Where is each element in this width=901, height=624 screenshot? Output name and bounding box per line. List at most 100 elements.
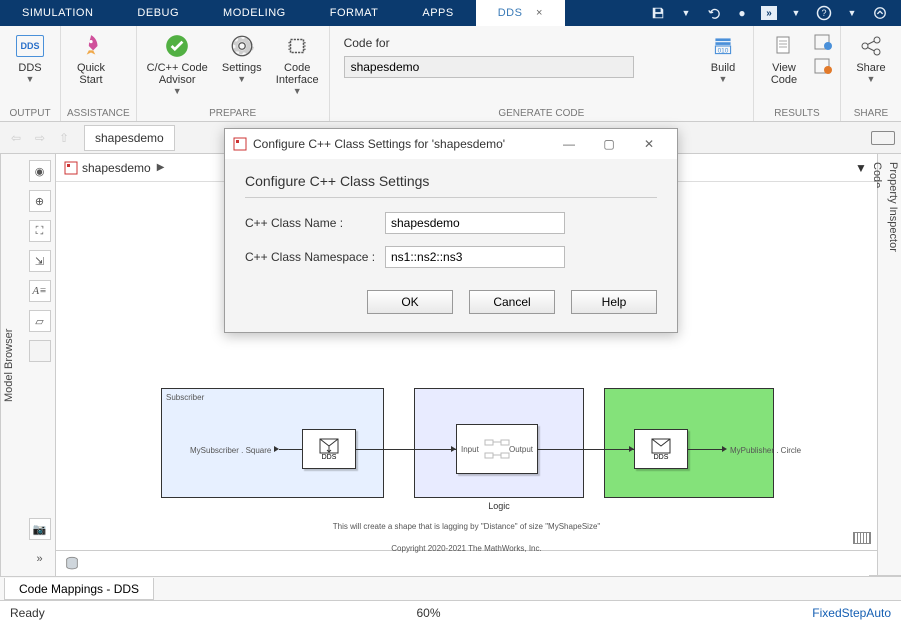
nav-back-icon[interactable]: ⇦ bbox=[6, 128, 26, 148]
status-solver[interactable]: FixedStepAuto bbox=[812, 606, 891, 620]
model-tab[interactable]: shapesdemo bbox=[84, 125, 175, 151]
chevron-down-icon: ▼ bbox=[867, 74, 876, 84]
group-share-label: SHARE bbox=[847, 108, 895, 121]
svg-text:010: 010 bbox=[718, 48, 729, 55]
signal-line bbox=[538, 449, 634, 450]
status-zoom[interactable]: 60% bbox=[45, 606, 813, 620]
close-icon[interactable]: ✕ bbox=[629, 131, 669, 157]
view-code-button[interactable]: View Code bbox=[760, 30, 808, 88]
property-inspector-panel[interactable]: Property Inspector bbox=[885, 154, 901, 576]
tab-simulation[interactable]: SIMULATION bbox=[0, 0, 115, 26]
ok-button[interactable]: OK bbox=[367, 290, 453, 314]
settings-button[interactable]: Settings ▼ bbox=[218, 30, 266, 86]
nav-forward-icon[interactable]: ⇨ bbox=[30, 128, 50, 148]
chevron-down-icon: ▼ bbox=[293, 86, 302, 96]
tab-debug[interactable]: DEBUG bbox=[115, 0, 201, 26]
minimize-ribbon-icon[interactable] bbox=[871, 4, 889, 22]
signal-line bbox=[688, 449, 722, 450]
dialog-icon bbox=[233, 137, 247, 151]
build-label: Build bbox=[711, 62, 735, 74]
quick-start-button[interactable]: Quick Start bbox=[67, 30, 115, 88]
publisher-region[interactable] bbox=[604, 388, 774, 498]
dds-button[interactable]: DDS DDS ▼ bbox=[6, 30, 54, 86]
tab-apps[interactable]: APPS bbox=[400, 0, 475, 26]
check-circle-icon bbox=[163, 32, 191, 60]
data-dictionary-icon[interactable] bbox=[63, 555, 81, 573]
namespace-input[interactable] bbox=[385, 246, 565, 268]
palette-annotation-icon[interactable]: A≡ bbox=[29, 280, 51, 302]
palette-expand-icon[interactable]: » bbox=[29, 548, 51, 570]
help-button[interactable]: Help bbox=[571, 290, 657, 314]
chevron-down-icon: ▼ bbox=[237, 74, 246, 84]
group-results-label: RESULTS bbox=[760, 108, 834, 121]
qat-dropdown-icon[interactable]: ▼ bbox=[677, 4, 695, 22]
subscriber-title: Subscriber bbox=[166, 393, 204, 402]
dot-icon[interactable]: ● bbox=[733, 4, 751, 22]
code-for-label: Code for bbox=[344, 36, 685, 50]
close-icon[interactable]: × bbox=[536, 7, 543, 19]
command-icon[interactable]: » bbox=[761, 6, 777, 20]
maximize-icon[interactable]: ▢ bbox=[589, 131, 629, 157]
bottom-tab-strip: Code Mappings - DDS bbox=[0, 576, 901, 600]
palette-select-icon[interactable]: ⇲ bbox=[29, 250, 51, 272]
results-extra-button-1[interactable] bbox=[814, 34, 834, 52]
build-button[interactable]: 010 Build ▼ bbox=[699, 30, 747, 108]
tab-dds-label: DDS bbox=[498, 7, 523, 19]
palette-image-icon[interactable]: ▱ bbox=[29, 310, 51, 332]
minimize-icon[interactable]: — bbox=[549, 131, 589, 157]
code-interface-label: Code Interface bbox=[276, 62, 319, 86]
classname-input[interactable] bbox=[385, 212, 565, 234]
configure-class-dialog: Configure C++ Class Settings for 'shapes… bbox=[224, 128, 678, 333]
cancel-button[interactable]: Cancel bbox=[469, 290, 555, 314]
share-button[interactable]: Share ▼ bbox=[847, 30, 895, 86]
nav-up-icon[interactable]: ⇧ bbox=[54, 128, 74, 148]
logic-block[interactable]: Input Output bbox=[456, 424, 538, 474]
logic-output-label: Output bbox=[509, 445, 533, 454]
group-assistance-label: ASSISTANCE bbox=[67, 108, 130, 121]
breadcrumb-model[interactable]: shapesdemo bbox=[82, 161, 151, 175]
view-code-label: View Code bbox=[771, 62, 797, 86]
right-panels: Property Inspector Code bbox=[877, 154, 901, 576]
results-extra-button-a[interactable] bbox=[814, 58, 834, 76]
model-browser-panel[interactable]: Model Browser bbox=[0, 154, 24, 576]
tab-modeling[interactable]: MODELING bbox=[201, 0, 308, 26]
subscriber-port-label: MySubscriber . Square bbox=[190, 446, 271, 455]
qat-dropdown2-icon[interactable]: ▼ bbox=[787, 4, 805, 22]
palette-area-icon[interactable] bbox=[29, 340, 51, 362]
dds-block-label: DDS bbox=[322, 454, 337, 461]
undo-icon[interactable] bbox=[705, 4, 723, 22]
envelope-out-icon bbox=[651, 438, 671, 454]
build-icon: 010 bbox=[709, 32, 737, 60]
tab-format[interactable]: FORMAT bbox=[308, 0, 401, 26]
status-ready: Ready bbox=[10, 606, 45, 620]
palette-fit-icon[interactable]: ⛶ bbox=[29, 220, 51, 242]
palette-camera-icon[interactable]: 📷 bbox=[29, 518, 51, 540]
help-icon[interactable]: ? bbox=[815, 4, 833, 22]
canvas-overview-icon[interactable] bbox=[853, 532, 871, 544]
dds-subscriber-block[interactable]: DDS bbox=[302, 429, 356, 469]
qat-dropdown3-icon[interactable]: ▼ bbox=[843, 4, 861, 22]
chevron-down-icon: ▼ bbox=[719, 74, 728, 84]
publisher-port-label: MyPublisher . Circle bbox=[730, 446, 801, 455]
ribbon: DDS DDS ▼ OUTPUT Quick Start ASSISTANCE … bbox=[0, 26, 901, 122]
breadcrumb-dropdown-icon[interactable]: ▼ bbox=[855, 161, 869, 175]
share-icon bbox=[857, 32, 885, 60]
code-for-input[interactable] bbox=[344, 56, 634, 78]
share-label: Share bbox=[856, 62, 885, 74]
ribbon-group-assistance: Quick Start ASSISTANCE bbox=[61, 26, 137, 121]
diagram-description: This will create a shape that is lagging… bbox=[56, 522, 877, 531]
keyboard-icon[interactable] bbox=[871, 131, 895, 145]
save-icon[interactable] bbox=[649, 4, 667, 22]
tab-dds[interactable]: DDS × bbox=[476, 0, 565, 26]
dds-label: DDS bbox=[18, 62, 41, 74]
outport-arrow bbox=[722, 446, 727, 452]
group-prepare-label: PREPARE bbox=[143, 108, 323, 121]
code-advisor-button[interactable]: C/C++ Code Advisor ▼ bbox=[143, 30, 212, 98]
palette-zoom-icon[interactable]: ⊕ bbox=[29, 190, 51, 212]
ribbon-group-prepare: C/C++ Code Advisor ▼ Settings ▼ Code Int… bbox=[137, 26, 330, 121]
code-mappings-tab[interactable]: Code Mappings - DDS bbox=[4, 578, 154, 600]
dds-publisher-block[interactable]: DDS bbox=[634, 429, 688, 469]
code-interface-button[interactable]: Code Interface ▼ bbox=[272, 30, 323, 98]
palette-scope-icon[interactable]: ◉ bbox=[29, 160, 51, 182]
dialog-titlebar[interactable]: Configure C++ Class Settings for 'shapes… bbox=[225, 129, 677, 159]
